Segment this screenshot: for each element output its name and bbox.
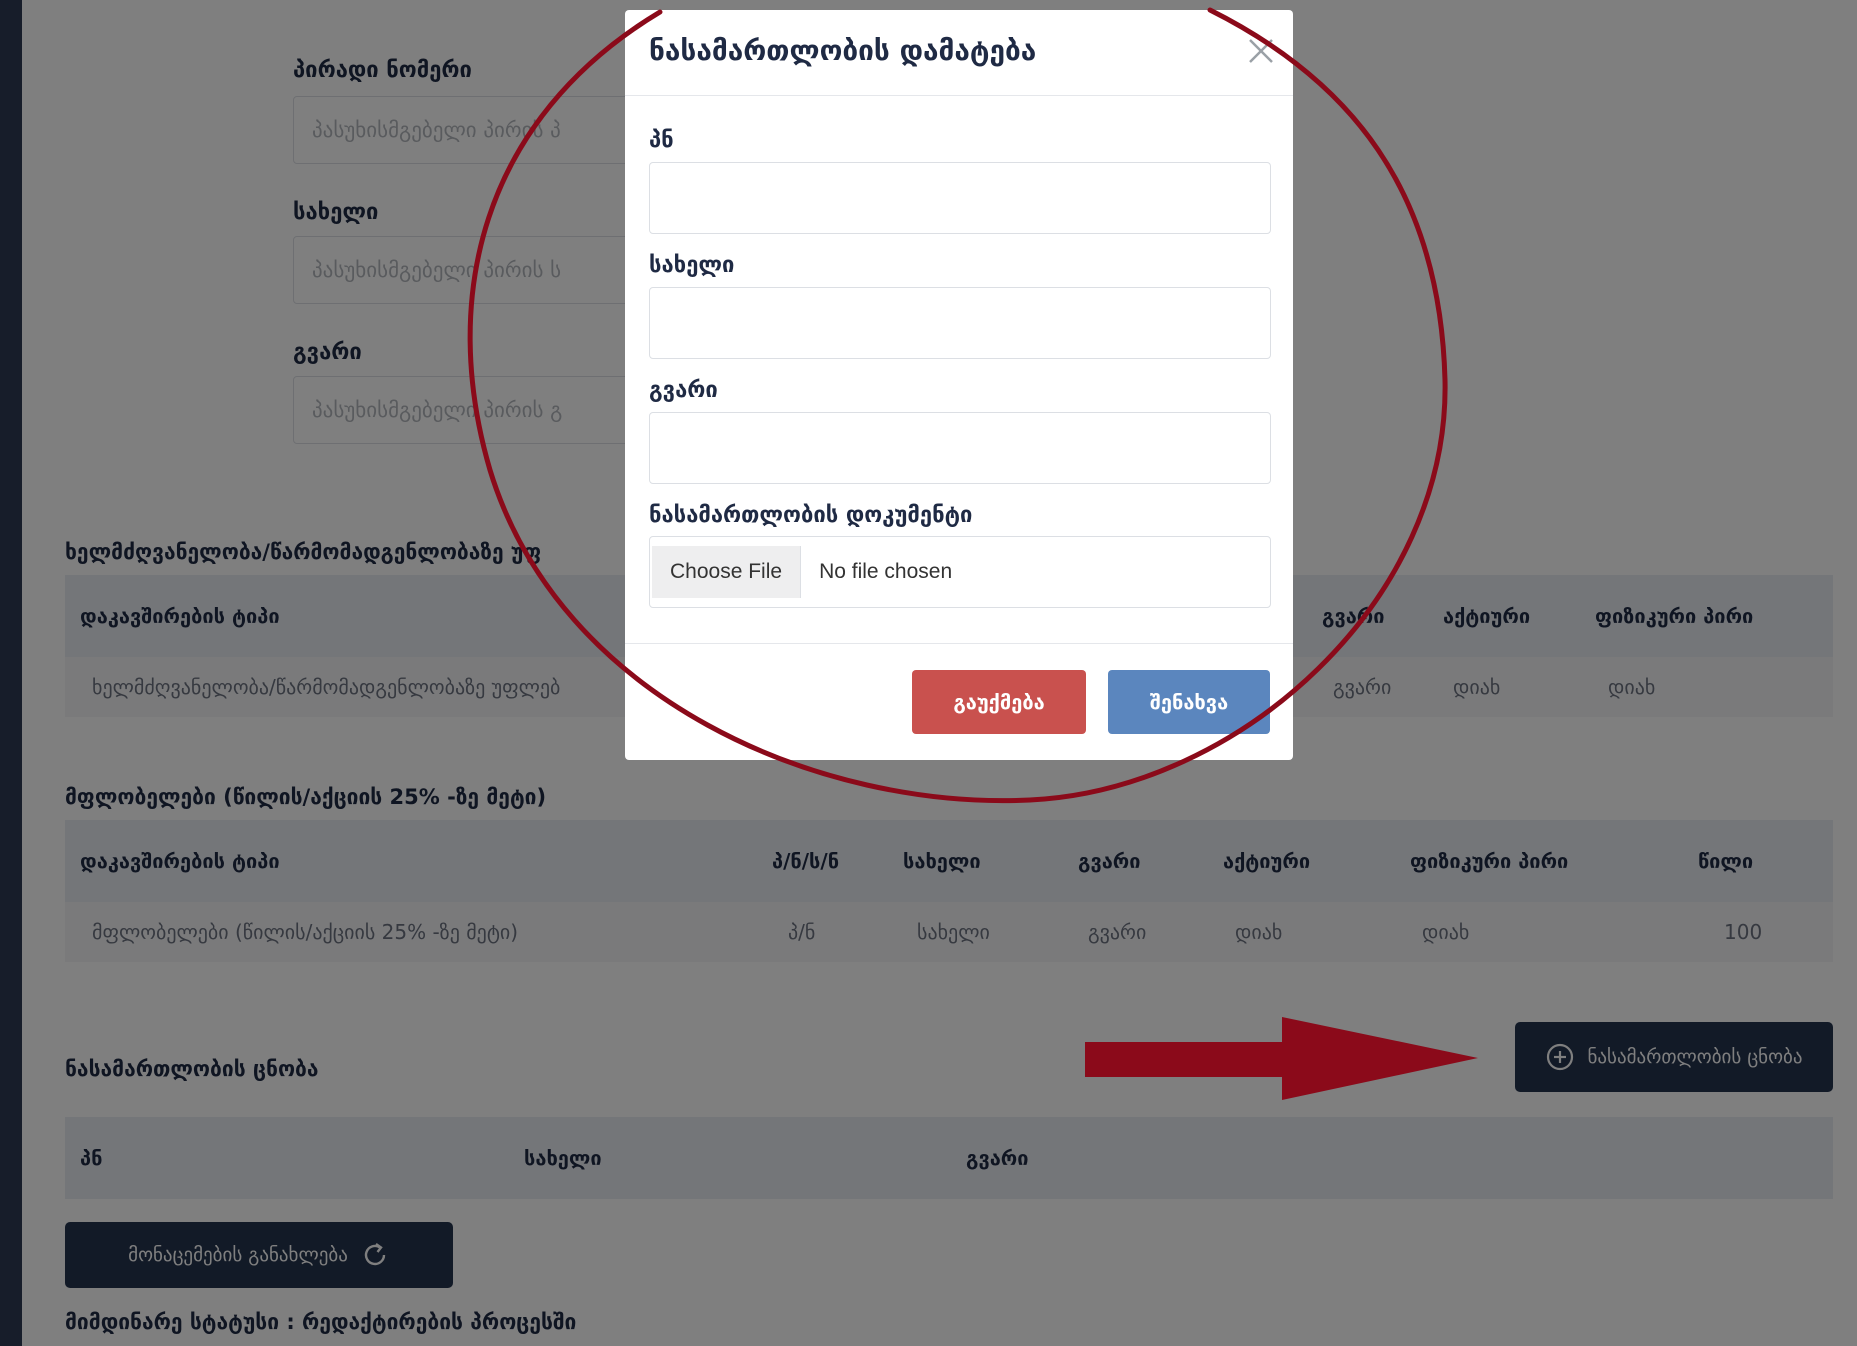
modal-surname-label: გვარი [649, 378, 718, 403]
save-button[interactable]: შენახვა [1108, 670, 1270, 734]
choose-file-button[interactable]: Choose File [652, 546, 802, 598]
add-conviction-modal: ნასამართლობის დამატება პნ სახელი გვარი ნ… [625, 10, 1293, 760]
modal-pn-label: პნ [649, 128, 674, 153]
modal-footer-divider [625, 643, 1293, 644]
modal-document-file-input[interactable]: Choose File No file chosen [649, 536, 1271, 608]
modal-title: ნასამართლობის დამატება [649, 34, 1037, 67]
file-status-text: No file chosen [819, 560, 953, 583]
cancel-button[interactable]: გაუქმება [912, 670, 1086, 734]
close-icon[interactable] [1242, 32, 1280, 70]
modal-name-label: სახელი [649, 253, 735, 278]
modal-pn-input[interactable] [649, 162, 1271, 234]
modal-surname-input[interactable] [649, 412, 1271, 484]
modal-document-label: ნასამართლობის დოკუმენტი [649, 503, 973, 528]
modal-header-divider [625, 95, 1293, 96]
modal-name-input[interactable] [649, 287, 1271, 359]
